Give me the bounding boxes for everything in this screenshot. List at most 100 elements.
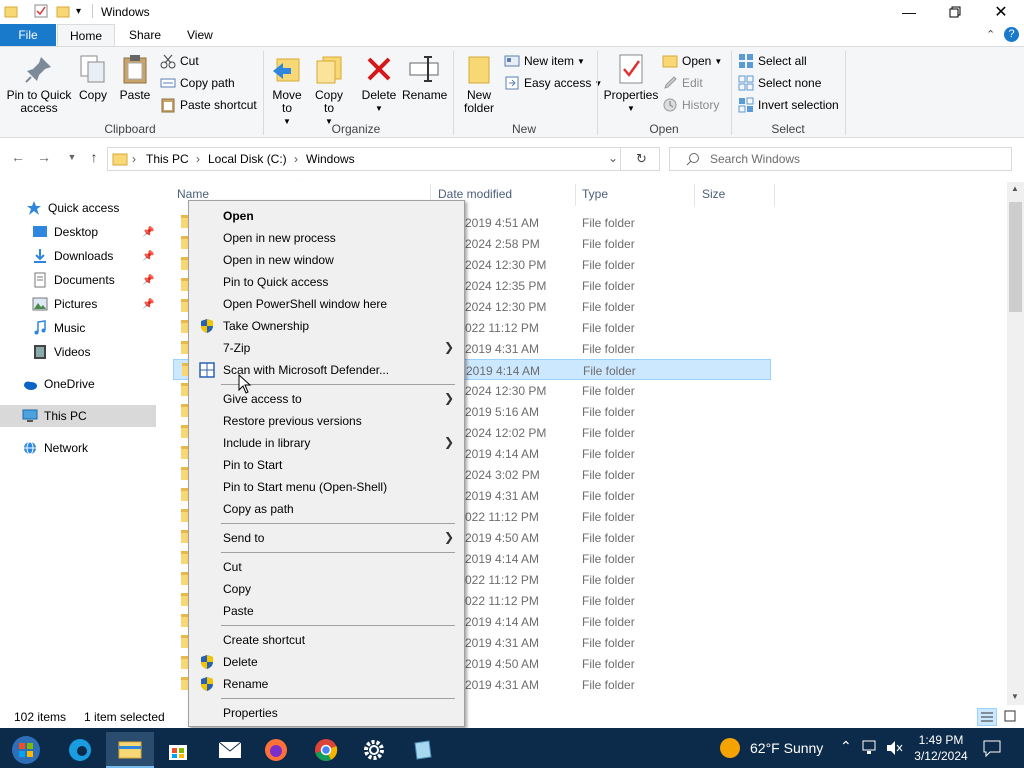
menu-item-copy-as-path[interactable]: Copy as path — [191, 498, 462, 520]
breadcrumb-separator-icon[interactable]: › — [294, 152, 298, 166]
column-header-type[interactable]: Type — [582, 187, 608, 201]
column-divider[interactable] — [774, 184, 775, 206]
column-divider[interactable] — [575, 184, 576, 206]
minimize-icon[interactable]: — — [886, 0, 932, 24]
menu-item-open-powershell-window-here[interactable]: Open PowerShell window here — [191, 293, 462, 315]
maximize-icon[interactable] — [932, 0, 978, 24]
new-folder-icon[interactable] — [56, 4, 70, 18]
pin-icon[interactable]: 📌 — [142, 299, 154, 310]
menu-item-paste[interactable]: Paste — [191, 600, 462, 622]
sidebar-item-onedrive[interactable]: OneDrive — [0, 373, 156, 395]
sidebar-item-quick-access[interactable]: Quick access — [0, 197, 156, 219]
notepad-icon[interactable] — [398, 732, 446, 768]
breadcrumb-separator-icon[interactable]: › — [196, 152, 200, 166]
firefox-icon[interactable] — [252, 732, 300, 768]
breadcrumb-windows[interactable]: Windows — [306, 152, 355, 166]
pin-icon[interactable]: 📌 — [142, 227, 154, 238]
store-icon[interactable] — [154, 732, 202, 768]
collapse-ribbon-chevron-icon[interactable]: ⌃ — [986, 28, 995, 41]
copy-to-button[interactable]: Copy to ▼ — [312, 53, 346, 128]
sidebar-item-this-pc[interactable]: This PC — [0, 405, 156, 427]
column-header-size[interactable]: Size — [702, 187, 725, 201]
customize-qat-chevron-icon[interactable]: ▾ — [76, 6, 90, 20]
column-divider[interactable] — [694, 184, 695, 206]
address-dropdown-chevron-icon[interactable]: ⌄ — [608, 151, 618, 165]
delete-button[interactable]: Delete ▼ — [360, 53, 398, 115]
new-folder-button[interactable]: New folder — [460, 53, 498, 115]
address-bar[interactable]: › This PC › Local Disk (C:) › Windows ⌄ … — [107, 147, 660, 171]
back-arrow-icon[interactable]: ← — [8, 149, 28, 169]
breadcrumb-local-disk[interactable]: Local Disk (C:) — [208, 152, 287, 166]
sidebar-item-downloads[interactable]: Downloads 📌 — [0, 245, 156, 267]
clock-time[interactable]: 1:49 PM — [916, 733, 966, 747]
close-icon[interactable]: ✕ — [978, 0, 1024, 24]
easy-access-button[interactable]: Easy access ▼ — [504, 73, 602, 93]
properties-button[interactable]: Properties ▼ — [603, 53, 659, 115]
new-item-button[interactable]: New item ▼ — [504, 51, 585, 71]
menu-item-include-in-library[interactable]: Include in library ❯ — [191, 432, 462, 454]
chrome-icon[interactable] — [302, 732, 350, 768]
menu-item-create-shortcut[interactable]: Create shortcut — [191, 629, 462, 651]
help-icon[interactable]: ? — [1004, 27, 1019, 42]
clock-date[interactable]: 3/12/2024 — [912, 749, 970, 763]
menu-item-rename[interactable]: Rename — [191, 673, 462, 695]
refresh-icon[interactable]: ↻ — [636, 151, 647, 167]
sidebar-item-videos[interactable]: Videos — [0, 341, 156, 363]
menu-item-pin-to-start-menu-open-shell[interactable]: Pin to Start menu (Open-Shell) — [191, 476, 462, 498]
menu-item-open[interactable]: Open — [191, 205, 462, 227]
menu-item-send-to[interactable]: Send to ❯ — [191, 527, 462, 549]
start-button[interactable] — [0, 732, 52, 768]
scroll-up-arrow-icon[interactable]: ▲ — [1011, 184, 1019, 193]
folder-icon[interactable] — [4, 4, 18, 18]
column-header-date-modified[interactable]: Date modified — [438, 187, 512, 201]
show-hidden-icons-chevron-icon[interactable]: ⌃ — [840, 738, 852, 755]
up-arrow-icon[interactable]: ↑ — [84, 149, 104, 169]
menu-item-open-in-new-process[interactable]: Open in new process — [191, 227, 462, 249]
menu-item-restore-previous-versions[interactable]: Restore previous versions — [191, 410, 462, 432]
search-box[interactable]: Search Windows — [669, 147, 1012, 171]
edit-button[interactable]: Edit — [662, 73, 703, 93]
history-button[interactable]: History — [662, 95, 719, 115]
paste-shortcut-button[interactable]: Paste shortcut — [160, 95, 257, 115]
file-explorer-icon[interactable] — [106, 732, 154, 768]
sidebar-item-documents[interactable]: Documents 📌 — [0, 269, 156, 291]
move-to-button[interactable]: Move to ▼ — [270, 53, 304, 128]
paste-button[interactable]: Paste — [116, 53, 154, 102]
large-icons-view-icon[interactable] — [1001, 708, 1021, 726]
tab-home[interactable]: Home — [57, 24, 116, 46]
scrollbar-thumb[interactable] — [1009, 202, 1022, 312]
sidebar-item-music[interactable]: Music — [0, 317, 156, 339]
rename-button[interactable]: Rename — [402, 53, 447, 102]
select-all-button[interactable]: Select all — [738, 51, 807, 71]
details-view-icon[interactable] — [977, 708, 997, 726]
mail-icon[interactable] — [206, 732, 254, 768]
menu-item-pin-to-start[interactable]: Pin to Start — [191, 454, 462, 476]
edge-browser-icon[interactable] — [56, 732, 104, 768]
menu-item-open-in-new-window[interactable]: Open in new window — [191, 249, 462, 271]
scroll-down-arrow-icon[interactable]: ▼ — [1011, 692, 1019, 701]
sidebar-item-desktop[interactable]: Desktop 📌 — [0, 221, 156, 243]
menu-item-scan-with-microsoft-defender[interactable]: Scan with Microsoft Defender... — [191, 359, 462, 381]
recent-locations-chevron-icon[interactable]: ▼ — [62, 152, 82, 172]
pin-icon[interactable]: 📌 — [142, 275, 154, 286]
menu-item-7-zip[interactable]: 7-Zip ❯ — [191, 337, 462, 359]
breadcrumb-this-pc[interactable]: This PC — [146, 152, 189, 166]
menu-item-take-ownership[interactable]: Take Ownership — [191, 315, 462, 337]
tab-file[interactable]: File — [0, 24, 56, 46]
menu-item-give-access-to[interactable]: Give access to ❯ — [191, 388, 462, 410]
settings-gear-icon[interactable] — [350, 732, 398, 768]
menu-item-properties[interactable]: Properties — [191, 702, 462, 724]
network-tray-icon[interactable] — [862, 740, 880, 759]
copy-path-button[interactable]: Copy path — [160, 73, 235, 93]
volume-muted-icon[interactable] — [886, 740, 904, 759]
pin-icon[interactable]: 📌 — [142, 251, 154, 262]
invert-selection-button[interactable]: Invert selection — [738, 95, 839, 115]
tab-share[interactable]: Share — [117, 24, 173, 46]
pin-to-quick-access-button[interactable]: Pin to Quick access — [6, 53, 72, 115]
notifications-icon[interactable] — [982, 738, 1002, 761]
weather-text[interactable]: 62°F Sunny — [750, 740, 823, 756]
breadcrumb-separator-icon[interactable]: › — [132, 152, 136, 166]
sidebar-item-pictures[interactable]: Pictures 📌 — [0, 293, 156, 315]
menu-item-copy[interactable]: Copy — [191, 578, 462, 600]
forward-arrow-icon[interactable]: → — [34, 149, 54, 169]
